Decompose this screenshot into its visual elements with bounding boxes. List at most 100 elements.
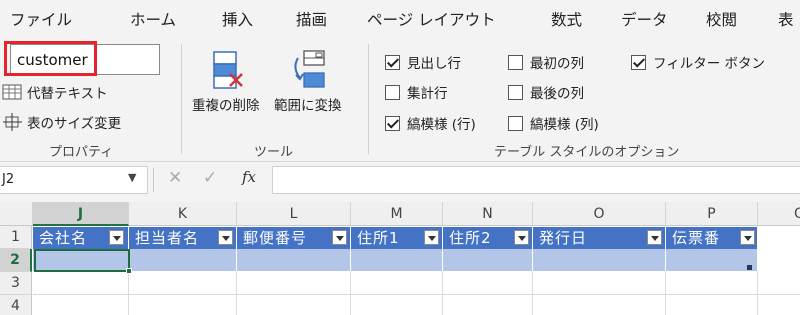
table-header-cell[interactable]: 発行日	[533, 227, 666, 249]
tab-data[interactable]: データ	[621, 8, 668, 30]
gridline	[236, 272, 237, 315]
gridline	[128, 272, 129, 315]
style-options-group-label: テーブル スタイルのオプション	[494, 145, 680, 160]
table-cell[interactable]	[533, 249, 666, 271]
filter-button-checkbox[interactable]	[631, 54, 646, 70]
filter-dropdown-icon[interactable]	[424, 230, 439, 245]
tab-page-layout[interactable]: ページ レイアウト	[367, 8, 496, 30]
table-header-cell[interactable]: 担当者名	[129, 227, 237, 249]
convert-to-range-icon	[294, 50, 325, 88]
first-column-checkbox[interactable]	[508, 54, 523, 70]
table-header-label: 伝票番	[672, 229, 721, 247]
gridline	[350, 272, 351, 315]
tab-table-design[interactable]: 表	[778, 8, 794, 30]
table-header-cell[interactable]: 住所2	[443, 227, 533, 249]
tab-insert[interactable]: 挿入	[222, 8, 253, 30]
resize-table-button[interactable]: 表のサイズ変更	[2, 112, 121, 132]
banded-columns-checkbox[interactable]	[508, 115, 523, 131]
banded-rows-checkbox[interactable]	[385, 115, 400, 131]
remove-duplicates-button[interactable]: 重複の削除	[192, 48, 260, 114]
banded-columns-label: 縞模様 (列)	[530, 117, 599, 133]
tab-home[interactable]: ホーム	[130, 8, 176, 30]
filter-dropdown-icon[interactable]	[647, 230, 662, 245]
table-name-input[interactable]	[10, 44, 160, 75]
option-filter-button[interactable]: フィルター ボタン	[631, 52, 765, 72]
row-header-3[interactable]: 3	[0, 272, 32, 295]
filter-dropdown-icon[interactable]	[218, 230, 233, 245]
resize-table-label: 表のサイズ変更	[27, 116, 122, 132]
table-cell[interactable]	[237, 249, 351, 271]
table-header-cell[interactable]: 会社名	[33, 227, 129, 249]
fill-handle[interactable]	[126, 268, 132, 274]
gridline	[442, 272, 443, 315]
row-header-2[interactable]: 2	[0, 249, 32, 272]
remove-duplicates-icon	[213, 51, 243, 89]
tools-group-label: ツール	[254, 145, 294, 160]
option-header-row[interactable]: 見出し行	[385, 52, 461, 72]
filter-dropdown-icon[interactable]	[109, 230, 124, 245]
table-cell[interactable]	[666, 249, 758, 271]
tab-draw[interactable]: 描画	[296, 8, 327, 30]
option-banded-columns[interactable]: 縞模様 (列)	[508, 113, 599, 133]
column-header-k[interactable]: K	[129, 202, 237, 226]
column-header-j[interactable]: J	[33, 202, 129, 226]
row-header-4[interactable]: 4	[0, 295, 32, 315]
banded-rows-label: 縞模様 (行)	[407, 117, 476, 133]
filter-dropdown-icon[interactable]	[332, 230, 347, 245]
table-resize-handle[interactable]	[747, 265, 752, 270]
name-box[interactable]: J2	[0, 166, 148, 194]
resize-table-icon	[3, 113, 22, 131]
table-cell[interactable]	[351, 249, 443, 271]
table-header-label: 発行日	[539, 229, 588, 247]
column-header-p[interactable]: P	[666, 202, 758, 226]
table-cell[interactable]	[129, 249, 237, 271]
option-last-column[interactable]: 最後の列	[508, 82, 584, 102]
tab-formulas[interactable]: 数式	[551, 8, 582, 30]
header-row-label: 見出し行	[407, 56, 461, 72]
table-header-cell[interactable]: 伝票番	[666, 227, 758, 249]
insert-function-icon[interactable]: fx	[242, 168, 256, 186]
tab-file[interactable]: ファイル	[10, 8, 72, 30]
convert-to-range-button[interactable]: 範囲に変換	[274, 48, 342, 114]
last-column-label: 最後の列	[530, 86, 584, 102]
filter-dropdown-icon[interactable]	[514, 230, 529, 245]
cancel-icon[interactable]: ✕	[168, 168, 182, 188]
alt-text-button[interactable]: 代替テキスト	[2, 82, 108, 102]
table-header-cell[interactable]: 住所1	[351, 227, 443, 249]
gridline	[33, 294, 800, 295]
formula-separator	[153, 168, 154, 192]
table-header-label: 住所1	[357, 229, 400, 247]
gridline	[665, 272, 666, 315]
tab-review[interactable]: 校閲	[706, 8, 737, 30]
column-header-m[interactable]: M	[351, 202, 443, 226]
last-column-checkbox[interactable]	[508, 84, 523, 100]
remove-duplicates-label: 重複の削除	[192, 98, 260, 114]
option-banded-rows[interactable]: 縞模様 (行)	[385, 113, 476, 133]
table-header-label: 住所2	[449, 229, 492, 247]
convert-to-range-label: 範囲に変換	[274, 98, 342, 114]
column-header-o[interactable]: O	[533, 202, 666, 226]
table-header-label: 郵便番号	[243, 229, 308, 247]
column-header-n[interactable]: N	[443, 202, 533, 226]
alt-text-label: 代替テキスト	[27, 86, 108, 102]
formula-input[interactable]	[272, 166, 800, 194]
column-header-q[interactable]: Q	[758, 202, 800, 226]
table-cell[interactable]	[443, 249, 533, 271]
group-separator	[368, 44, 369, 154]
column-header-l[interactable]: L	[237, 202, 351, 226]
filter-dropdown-icon[interactable]	[740, 230, 755, 245]
total-row-checkbox[interactable]	[385, 84, 400, 100]
option-total-row[interactable]: 集計行	[385, 82, 448, 102]
table-header-cell[interactable]: 郵便番号	[237, 227, 351, 249]
total-row-label: 集計行	[407, 86, 448, 102]
enter-icon[interactable]: ✓	[203, 168, 217, 188]
ribbon-tab-bar: ファイル ホーム 挿入 描画 ページ レイアウト 数式 データ 校閲 表	[0, 0, 800, 38]
chevron-down-icon[interactable]: ▼	[128, 171, 136, 184]
row-header-1[interactable]: 1	[0, 226, 32, 249]
header-row-checkbox[interactable]	[385, 54, 400, 70]
table-header-label: 会社名	[39, 229, 88, 247]
select-all-corner[interactable]	[0, 202, 33, 226]
option-first-column[interactable]: 最初の列	[508, 52, 584, 72]
alt-text-icon	[2, 84, 22, 100]
active-cell-selection[interactable]	[34, 249, 130, 272]
